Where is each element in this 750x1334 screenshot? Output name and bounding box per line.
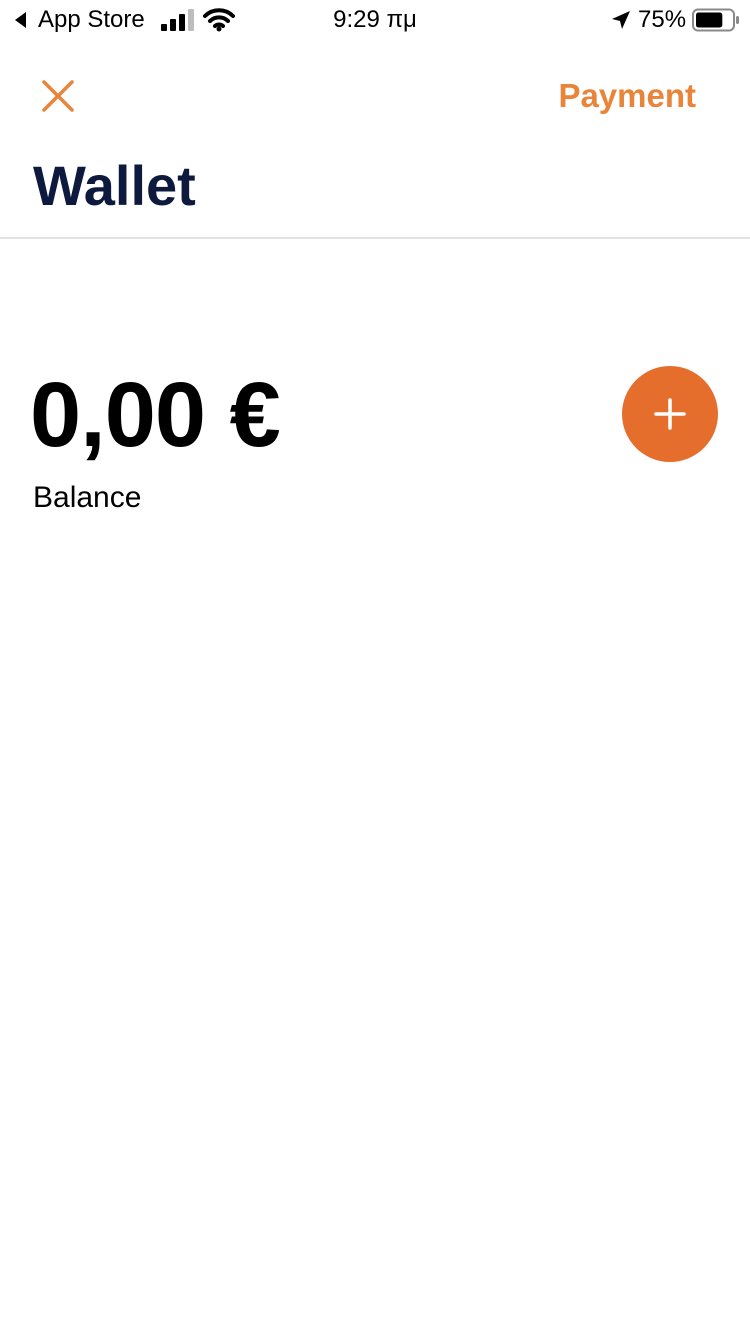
payment-link[interactable]: Payment [558,76,696,116]
header-divider [0,237,750,239]
page-title: Wallet [33,154,196,217]
add-funds-button[interactable] [622,366,718,462]
location-arrow-icon [612,11,630,29]
balance-label: Balance [33,481,142,514]
balance-amount: 0,00 € [30,364,281,466]
battery-icon [692,8,739,32]
status-bar: App Store 9:29 πμ 75% [0,0,750,40]
close-icon [42,80,74,112]
plus-icon [654,398,686,430]
close-button[interactable] [36,74,80,118]
battery-percent: 75% [638,6,687,33]
